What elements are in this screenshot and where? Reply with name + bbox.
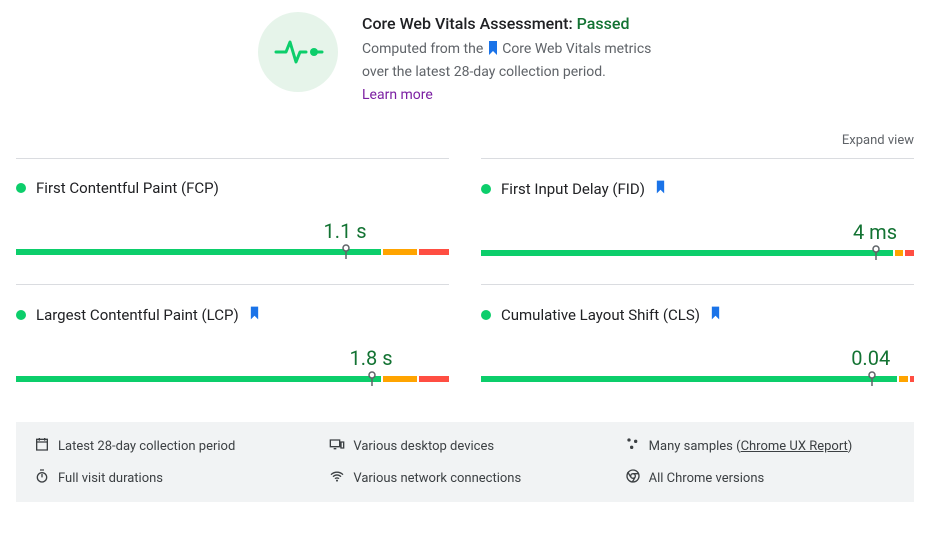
footer-text: All Chrome versions [649,471,765,486]
status-dot [481,184,491,194]
chrome-icon [625,468,641,488]
chrome-ux-report-link[interactable]: Chrome UX Report [741,439,848,454]
footer-text: Full visit durations [58,471,163,486]
assessment-title: Core Web Vitals Assessment: Passed [362,14,672,33]
status-dot [16,183,26,193]
title-prefix: Core Web Vitals Assessment: [362,14,577,33]
distribution-bar [16,249,449,263]
bar-segment-red [419,249,449,255]
calendar-icon [34,436,50,456]
footer-text: Various desktop devices [353,439,494,454]
bar-segment-green [481,250,893,256]
status-dot [16,310,26,320]
metric-card: Cumulative Layout Shift (CLS) 0.04 [481,284,914,410]
metric-value: 4 ms [853,220,897,244]
footer-item: Full visit durations [34,468,305,488]
bar-segment-red [419,376,449,382]
metric-name: First Input Delay (FID) [501,180,645,198]
network-icon [329,468,345,488]
metric-title-row: Cumulative Layout Shift (CLS) [481,305,914,324]
metric-name: Cumulative Layout Shift (CLS) [501,306,700,324]
footer-text: Many samples (Chrome UX Report) [649,439,853,454]
context-footer: Latest 28-day collection period Various d… [16,422,914,502]
distribution-bar [481,376,914,390]
footer-item: Latest 28-day collection period [34,436,305,456]
bookmark-icon [710,305,721,324]
metrics-grid: First Contentful Paint (FCP) 1.1 s First I… [0,158,930,410]
metric-value: 1.1 s [324,219,367,243]
timer-icon [34,468,50,488]
footer-text: Various network connections [353,471,521,486]
footer-item: Various desktop devices [329,436,600,456]
bar-segment-green [16,249,381,255]
pulse-icon [258,12,338,92]
footer-item: Various network connections [329,468,600,488]
bookmark-icon [487,41,499,62]
metric-card: First Contentful Paint (FCP) 1.1 s [16,158,449,284]
assessment-status: Passed [577,14,630,33]
distribution-bar [16,376,449,390]
metric-value: 1.8 s [350,346,393,370]
footer-item: Many samples (Chrome UX Report) [625,436,896,456]
devices-icon [329,436,345,456]
distribution-bar [481,250,914,264]
percentile-marker [342,244,348,260]
bar-segment-red [905,250,914,256]
metric-card: Largest Contentful Paint (LCP) 1.8 s [16,284,449,410]
bar-segment-red [910,376,914,382]
bar-segment-green [16,376,381,382]
metric-title-row: Largest Contentful Paint (LCP) [16,305,449,324]
metric-title-row: First Input Delay (FID) [481,179,914,198]
status-dot [481,310,491,320]
metric-title-row: First Contentful Paint (FCP) [16,179,449,197]
footer-text: Latest 28-day collection period [58,439,235,454]
percentile-marker [872,245,878,261]
bar-segment-green [481,376,897,382]
bar-segment-orange [383,249,417,255]
learn-more-link[interactable]: Learn more [362,87,433,103]
percentile-marker [868,371,874,387]
assessment-subtitle: Computed from the Core Web Vitals metric… [362,39,672,83]
bar-segment-orange [383,376,417,382]
bar-segment-orange [899,376,908,382]
percentile-marker [368,371,374,387]
metric-card: First Input Delay (FID) 4 ms [481,158,914,284]
bookmark-icon [655,179,666,198]
assessment-header: Core Web Vitals Assessment: Passed Compu… [0,0,930,133]
metric-name: Largest Contentful Paint (LCP) [36,306,239,324]
samples-icon [625,436,641,456]
expand-view-button[interactable]: Expand view [842,133,914,148]
metric-name: First Contentful Paint (FCP) [36,179,219,197]
bookmark-icon [249,305,260,324]
footer-item: All Chrome versions [625,468,896,488]
metric-value: 0.04 [851,346,890,370]
bar-segment-orange [895,250,904,256]
